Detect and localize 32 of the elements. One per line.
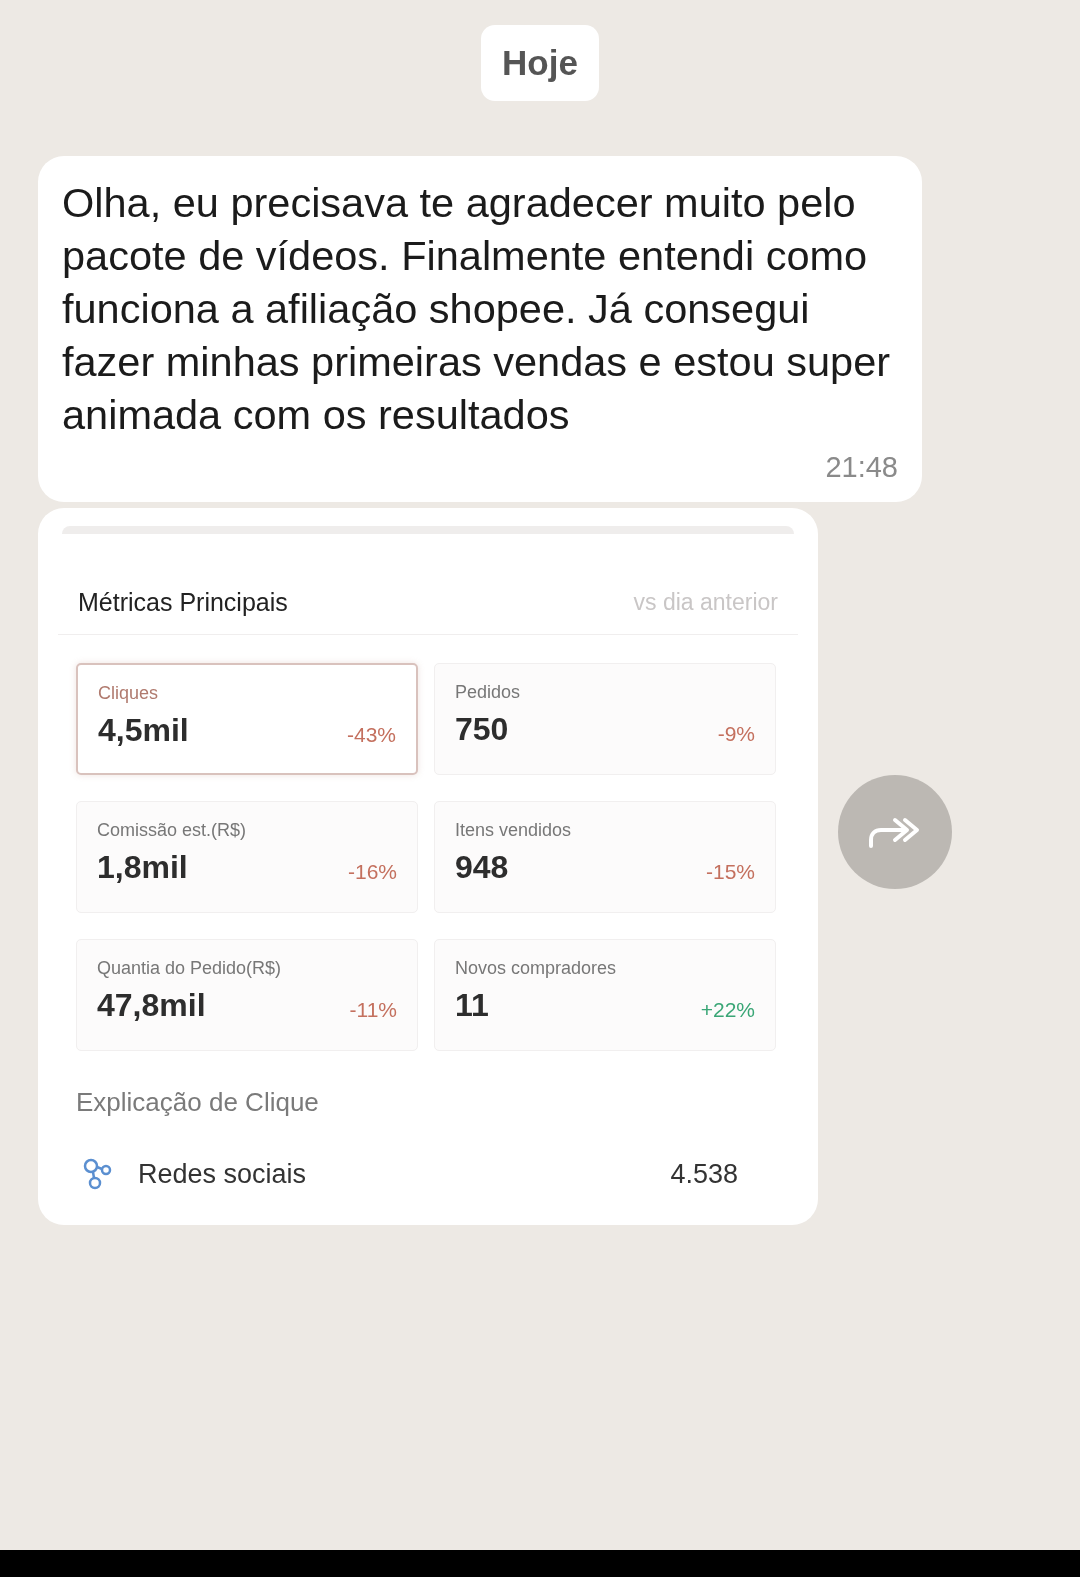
metric-change: +22%: [700, 998, 755, 1022]
message-text: Olha, eu precisava te agradecer muito pelo pacote de vídeos. Finalmente entendi como funciona a afiliação shopee. Já consegui fazer minhas primeiras vendas e estou super animada com os resultados: [62, 178, 892, 440]
source-name: Redes sociais: [138, 1158, 307, 1190]
date-chip: Hoje: [481, 25, 599, 101]
metric-card[interactable]: Novos compradores 11 +22%: [434, 939, 776, 1051]
metric-card[interactable]: Cliques 4,5mil -43%: [76, 663, 418, 775]
metric-change: -43%: [346, 723, 396, 747]
metric-label: Novos compradores: [455, 958, 617, 979]
metric-change: -16%: [347, 860, 397, 884]
source-count: 4.538: [670, 1158, 738, 1190]
metric-card[interactable]: Quantia do Pedido(R$) 47,8mil -11%: [76, 939, 418, 1051]
message-time: 21:48: [825, 451, 898, 484]
comparison-label: vs dia anterior: [633, 588, 778, 616]
metric-card[interactable]: Itens vendidos 948 -15%: [434, 801, 776, 913]
metric-card[interactable]: Pedidos 750 -9%: [434, 663, 776, 775]
section-title: Métricas Principais: [78, 587, 288, 617]
metric-value: 47,8mil: [97, 987, 206, 1024]
metric-value: 11: [455, 987, 489, 1024]
metric-value: 750: [455, 711, 509, 748]
metric-label: Cliques: [98, 683, 159, 704]
metric-label: Quantia do Pedido(R$): [97, 958, 282, 979]
metric-label: Pedidos: [455, 682, 521, 703]
metric-label: Comissão est.(R$): [97, 820, 247, 841]
metric-value: 4,5mil: [98, 712, 189, 749]
metric-value: 1,8mil: [97, 849, 188, 886]
metric-value: 948: [455, 849, 509, 886]
metric-change: -9%: [717, 722, 755, 746]
metric-change: -11%: [349, 998, 397, 1022]
section-heading: Explicação de Clique: [76, 1087, 319, 1118]
metric-change: -15%: [705, 860, 755, 884]
metric-label: Itens vendidos: [455, 820, 572, 841]
metric-card[interactable]: Comissão est.(R$) 1,8mil -16%: [76, 801, 418, 913]
